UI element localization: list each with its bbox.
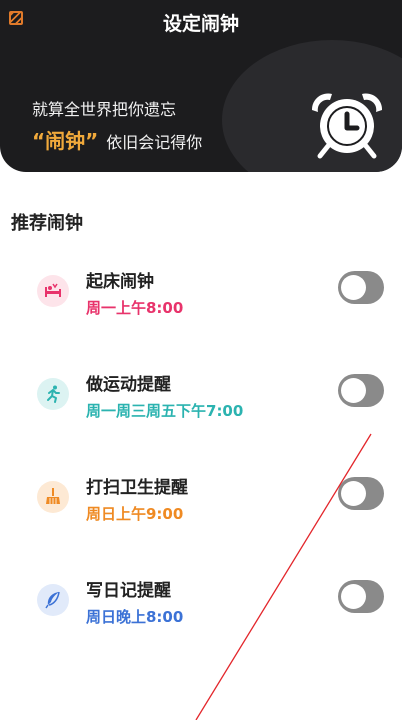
alarm-time: 周日晚上8:00 [86,608,184,626]
alarm-toggle[interactable] [338,477,384,510]
alarm-time: 周一上午8:00 [86,299,184,317]
alarm-item-diary[interactable]: 写日记提醒 周日晚上8:00 [0,576,402,656]
header: 设定闹钟 就算全世界把你遗忘 “闹钟” 依旧会记得你 [0,0,402,172]
alarm-name: 做运动提醒 [86,375,171,395]
toggle-knob [341,275,366,300]
alarm-time: 周日上午9:00 [86,505,184,523]
running-icon [37,378,69,410]
slogan-line-1: 就算全世界把你遗忘 [32,100,177,119]
alarm-name: 打扫卫生提醒 [86,478,188,498]
alarm-item-wakeup[interactable]: 起床闹钟 周一上午8:00 [0,267,402,347]
slogan-quote: “闹钟” [32,129,99,153]
alarm-time: 周一周三周五下午7:00 [86,402,244,420]
alarm-clock-icon [311,93,383,159]
bed-icon [37,275,69,307]
alarm-toggle[interactable] [338,374,384,407]
page-title: 设定闹钟 [162,13,239,35]
toggle-knob [341,378,366,403]
broom-icon [37,481,69,513]
section-title: 推荐闹钟 [11,213,83,234]
toggle-knob [341,584,366,609]
alarm-name: 起床闹钟 [86,272,154,292]
alarm-toggle[interactable] [338,580,384,613]
slogan-line-2-rest: 依旧会记得你 [106,133,203,152]
slogan-line-2: “闹钟” 依旧会记得你 [32,125,202,154]
feather-icon [37,584,69,616]
alarm-name: 写日记提醒 [86,581,171,601]
toggle-knob [341,481,366,506]
alarm-item-cleaning[interactable]: 打扫卫生提醒 周日上午9:00 [0,473,402,553]
alarm-item-exercise[interactable]: 做运动提醒 周一周三周五下午7:00 [0,370,402,450]
alarm-toggle[interactable] [338,271,384,304]
